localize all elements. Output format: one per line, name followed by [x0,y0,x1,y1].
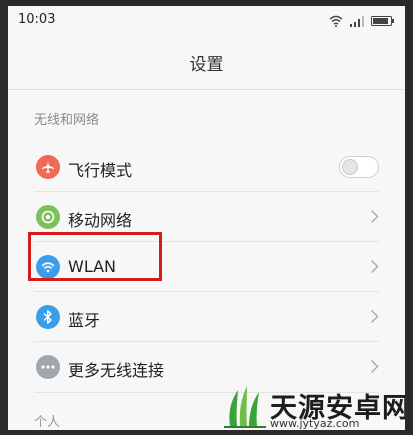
section-header-partial: 个人 [34,415,61,430]
screenshot-frame: 10:03 设置 无线和网络 飞行模式 移动网络 WLAN 蓝牙 更多无线连接 … [0,0,413,435]
wifi-icon [329,15,343,27]
signal-icon [349,15,365,27]
status-icons [329,13,395,29]
row-label: 飞行模式 [68,161,133,180]
phone-screen: 10:03 设置 无线和网络 飞行模式 移动网络 WLAN 蓝牙 更多无线连接 … [8,6,405,430]
chevron-right-icon [370,309,379,328]
battery-icon [371,15,395,27]
watermark: 天源安卓网 www.jytyaz.com [222,382,405,430]
section-header: 无线和网络 [34,113,100,128]
watermark-url: www.jytyaz.com [270,417,360,430]
toggle-knob [342,159,358,175]
airplane-icon [36,155,60,179]
row-airplane-mode[interactable]: 飞行模式 [8,142,405,192]
status-time: 10:03 [18,12,56,27]
more-icon [36,355,60,379]
row-bluetooth[interactable]: 蓝牙 [8,292,405,342]
page-title: 设置 [189,55,224,75]
mobile-network-icon [36,205,60,229]
bluetooth-icon [36,305,60,329]
chevron-right-icon [370,359,379,378]
airplane-mode-toggle[interactable] [339,156,379,178]
title-bar: 设置 [8,36,405,90]
status-bar: 10:03 [8,6,405,36]
row-label: 移动网络 [68,211,133,230]
watermark-logo-icon [224,386,266,428]
chevron-right-icon [370,259,379,278]
wlan-highlight-box [28,232,162,281]
chevron-right-icon [370,209,379,228]
row-label: 更多无线连接 [68,361,165,380]
row-label: 蓝牙 [68,311,101,330]
